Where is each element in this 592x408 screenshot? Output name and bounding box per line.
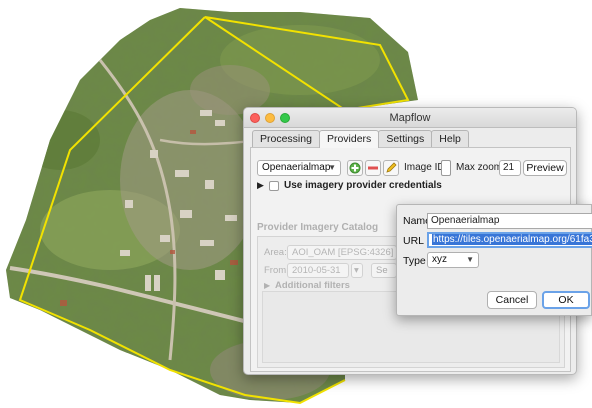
tab-bar: Processing Providers Settings Help xyxy=(252,130,469,148)
tab-providers[interactable]: Providers xyxy=(318,130,380,148)
provider-select-value: Openaerialmap xyxy=(262,162,331,173)
image-id-input[interactable] xyxy=(441,160,451,176)
type-label: Type xyxy=(403,255,426,267)
area-select[interactable]: AOI_OAM [EPSG:4326] xyxy=(287,245,397,260)
credentials-checkbox[interactable] xyxy=(269,181,279,191)
area-select-value: AOI_OAM [EPSG:4326] xyxy=(292,247,394,258)
minimize-window-icon[interactable] xyxy=(265,113,275,123)
credentials-label: Use imagery provider credentials xyxy=(284,180,442,191)
filters-expand-icon[interactable]: ▶ xyxy=(264,281,270,290)
provider-edit-dialog[interactable]: Name Openaerialmap URL https://tiles.ope… xyxy=(396,204,592,316)
area-label: Area: xyxy=(264,247,287,258)
chevron-down-icon: ▼ xyxy=(328,163,336,172)
provider-select[interactable]: Openaerialmap ▼ xyxy=(257,160,341,176)
url-label: URL xyxy=(403,235,425,247)
tab-settings[interactable]: Settings xyxy=(378,130,433,148)
ok-button[interactable]: OK xyxy=(542,291,590,309)
window-title: Mapflow xyxy=(389,112,431,124)
edit-provider-button[interactable] xyxy=(383,160,399,176)
search-button-label: Se xyxy=(376,265,388,276)
name-input[interactable]: Openaerialmap xyxy=(427,213,592,229)
name-input-value: Openaerialmap xyxy=(431,215,500,226)
from-date-input[interactable]: 2010-05-31 xyxy=(287,263,349,278)
add-provider-button[interactable] xyxy=(347,160,363,176)
remove-provider-button[interactable] xyxy=(365,160,381,176)
from-label: From: xyxy=(264,265,289,276)
url-input-value: https://tiles.openaerialmap.org/61fa323c… xyxy=(432,234,592,245)
type-select-value: xyz xyxy=(432,254,447,265)
additional-filters-label: Additional filters xyxy=(275,280,350,291)
url-input[interactable]: https://tiles.openaerialmap.org/61fa323c… xyxy=(427,232,592,248)
from-date-dropdown[interactable]: ▾ xyxy=(351,263,363,278)
from-date-value: 2010-05-31 xyxy=(292,265,341,276)
catalog-title: Provider Imagery Catalog xyxy=(257,222,379,233)
search-button[interactable]: Se xyxy=(371,263,397,278)
max-zoom-label: Max zoom: xyxy=(456,162,505,173)
max-zoom-stepper[interactable]: 21 xyxy=(499,160,521,176)
preview-button[interactable]: Preview xyxy=(523,160,567,176)
add-provider-icon xyxy=(349,162,361,174)
tab-processing[interactable]: Processing xyxy=(252,130,320,148)
zoom-window-icon[interactable] xyxy=(280,113,290,123)
expand-arrow-icon[interactable]: ▶ xyxy=(257,180,264,191)
cancel-button[interactable]: Cancel xyxy=(487,291,537,309)
remove-provider-icon xyxy=(368,166,378,170)
tab-help[interactable]: Help xyxy=(431,130,469,148)
chevron-down-icon: ▼ xyxy=(466,255,474,264)
edit-provider-icon xyxy=(386,162,397,173)
close-window-icon[interactable] xyxy=(250,113,260,123)
max-zoom-value: 21 xyxy=(503,162,515,173)
type-select[interactable]: xyz ▼ xyxy=(427,252,479,268)
title-bar[interactable]: Mapflow xyxy=(244,108,576,128)
